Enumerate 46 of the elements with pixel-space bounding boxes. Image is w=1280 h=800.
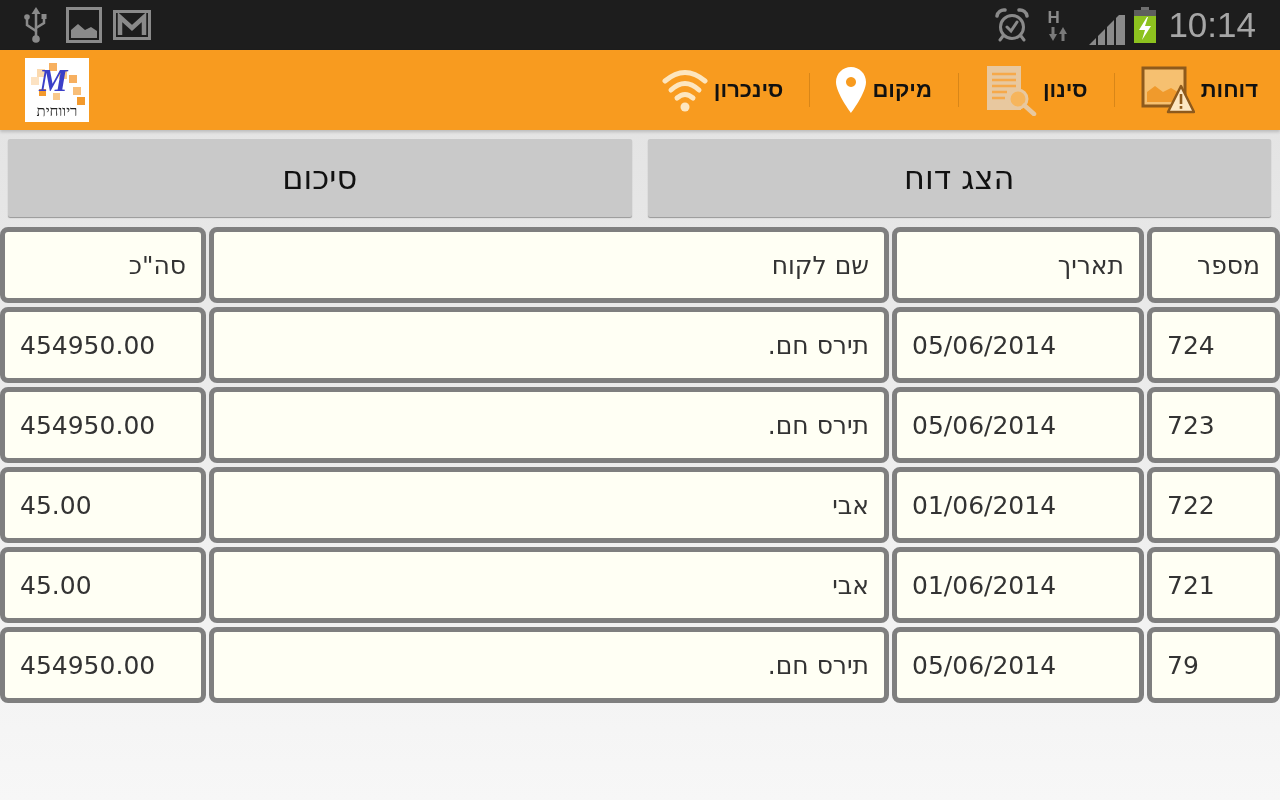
column-header: סה"כ <box>0 227 206 303</box>
signal-icon <box>1089 15 1126 45</box>
table-cell: 721 <box>1147 547 1280 623</box>
table-cell: 01/06/2014 <box>892 467 1144 543</box>
table-cell: 724 <box>1147 307 1280 383</box>
table-cell: 05/06/2014 <box>892 307 1144 383</box>
map-pin-icon <box>836 67 867 113</box>
table-cell: 45.00 <box>0 547 206 623</box>
table-cell: 05/06/2014 <box>892 387 1144 463</box>
summary-button[interactable]: סיכום <box>8 139 632 217</box>
image-warning-icon <box>1140 66 1195 114</box>
table-cell: 722 <box>1147 467 1280 543</box>
battery-charging-icon <box>1133 7 1158 43</box>
table-cell: 05/06/2014 <box>892 627 1144 703</box>
mail-icon <box>113 10 151 40</box>
table-cell: 79 <box>1147 627 1280 703</box>
status-time: 10:14 <box>1168 5 1256 45</box>
action-menu-item[interactable]: מיקום <box>824 60 944 120</box>
table-cell: 454950.00 <box>0 307 206 383</box>
action-menu-item[interactable]: דוחות <box>1128 60 1270 120</box>
table-cell: 723 <box>1147 387 1280 463</box>
column-header: שם לקוח <box>209 227 889 303</box>
show-report-button[interactable]: הצג דוח <box>647 139 1271 217</box>
table-cell: תירס חם. <box>209 307 889 383</box>
table-cell: 45.00 <box>0 467 206 543</box>
table-cell: אבי <box>209 547 889 623</box>
table-cell: אבי <box>209 467 889 543</box>
network-type-label: H <box>1047 8 1060 26</box>
table-cell: 454950.00 <box>0 627 206 703</box>
alarm-clock-icon <box>995 8 1030 42</box>
table-cell: 01/06/2014 <box>892 547 1144 623</box>
logo-pattern-icon <box>29 63 85 105</box>
document-search-icon <box>984 64 1037 116</box>
data-arrows-icon <box>1047 25 1070 42</box>
image-icon <box>66 7 102 43</box>
column-header: תאריך <box>892 227 1144 303</box>
logo-letter: M <box>39 64 68 96</box>
wifi-icon <box>661 67 708 113</box>
usb-icon <box>22 7 50 43</box>
column-header: מספר <box>1147 227 1280 303</box>
table-cell: תירס חם. <box>209 627 889 703</box>
logo-text: ריווחית <box>35 103 79 119</box>
table-cell: 454950.00 <box>0 387 206 463</box>
action-menu-item[interactable]: סינון <box>972 60 1100 120</box>
table-cell: תירס חם. <box>209 387 889 463</box>
action-menu-item[interactable]: סינכרון <box>649 60 796 120</box>
